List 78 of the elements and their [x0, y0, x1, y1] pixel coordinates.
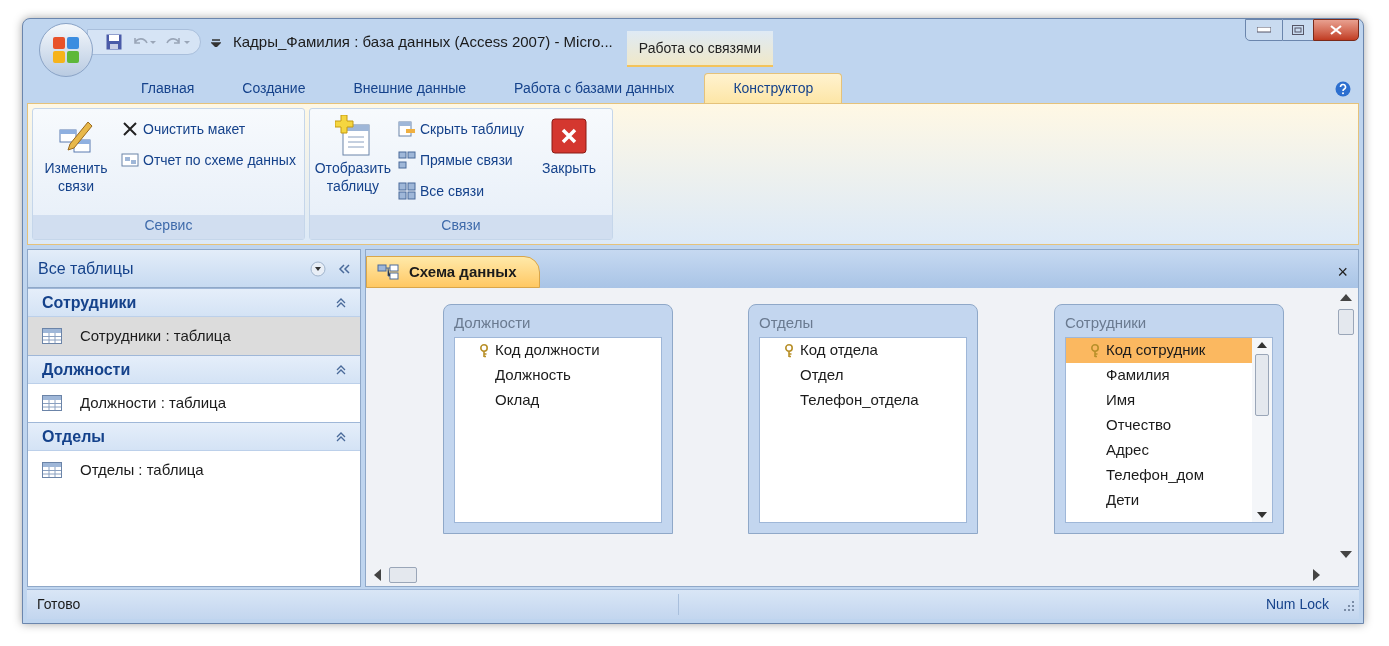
customize-caret-icon[interactable] — [211, 39, 221, 47]
field-name: Оклад — [495, 390, 540, 411]
scroll-thumb[interactable] — [1338, 309, 1354, 335]
ribbon-large-button[interactable]: Закрыть — [530, 109, 608, 215]
field-row[interactable]: Код должности — [455, 338, 661, 363]
relationship-icon — [397, 150, 416, 169]
collapse-icon — [336, 364, 346, 375]
table-icon — [42, 395, 62, 411]
minimize-icon — [1257, 27, 1271, 33]
close-window-button[interactable] — [1313, 19, 1359, 41]
ribbon-large-button[interactable]: Отобразить таблицу — [313, 109, 392, 215]
relationships-icon — [397, 181, 416, 200]
nav-group-header[interactable]: Сотрудники — [28, 288, 360, 317]
group-label: Сервис — [33, 215, 304, 239]
add-table-icon — [334, 115, 371, 157]
contextual-tab-group: Работа со связями — [626, 31, 774, 67]
ribbon-small-button[interactable]: Прямые связи — [393, 146, 528, 173]
ribbon-tab[interactable]: Работа с базами данных — [490, 73, 699, 103]
pane-title[interactable]: Все таблицы — [38, 256, 134, 281]
key-icon — [784, 343, 794, 358]
nav-group-header[interactable]: Должности — [28, 355, 360, 384]
collapse-icon — [336, 297, 346, 308]
table-title: Должности — [454, 312, 532, 333]
group-label: Связи — [309, 215, 612, 239]
ribbon-small-button[interactable]: Очистить макет — [117, 115, 300, 142]
table-icon — [42, 462, 62, 478]
close-icon — [1330, 25, 1342, 35]
field-name: Должность — [495, 365, 571, 386]
ribbon-small-button[interactable]: Отчет по схеме данных — [117, 146, 300, 173]
dropdown-icon[interactable] — [310, 260, 326, 277]
table-title: Отделы — [759, 312, 815, 333]
maximize-button[interactable] — [1283, 19, 1313, 41]
office-button[interactable] — [39, 23, 93, 77]
field-row[interactable]: Отдел — [760, 363, 966, 388]
scroll-down-icon — [1340, 551, 1352, 558]
field-row[interactable]: Телефон_отдела — [760, 388, 966, 413]
field-row[interactable]: Должность — [455, 363, 661, 388]
document-tab[interactable]: Схема данных — [366, 256, 540, 288]
report-icon — [121, 150, 139, 169]
nav-group-header[interactable]: Отделы — [28, 422, 360, 451]
window-title: Кадры_Фамилия : база данных (Access 2007) - Micro... — [233, 32, 613, 52]
relationships-icon — [377, 264, 399, 280]
close-icon — [551, 118, 587, 154]
ribbon-small-button[interactable]: Все связи — [393, 177, 528, 204]
cross-icon — [121, 119, 139, 138]
save-icon[interactable] — [106, 34, 122, 50]
table-title: Сотрудники — [1065, 312, 1148, 333]
ribbon-tab[interactable]: Главная — [117, 73, 219, 103]
field-row[interactable]: Оклад — [455, 388, 661, 413]
nav-item[interactable]: Сотрудники : таблица — [28, 317, 360, 355]
ribbon-large-button[interactable]: Изменить связи — [37, 109, 115, 215]
key-icon — [479, 343, 489, 358]
scroll-thumb[interactable] — [389, 567, 417, 583]
collapse-icon — [336, 431, 346, 442]
scroll-up-icon — [1340, 294, 1352, 301]
hide-table-icon — [397, 119, 416, 138]
table-icon — [42, 328, 62, 344]
num-lock-indicator: Num Lock — [1265, 595, 1330, 614]
field-name: Телефон_отдела — [800, 390, 919, 411]
scroll-left-icon — [374, 569, 381, 581]
field-name: Код отдела — [800, 340, 878, 361]
ribbon-tab[interactable]: Создание — [218, 73, 330, 103]
table-box[interactable]: Отделы Код отдела Отдел Телефон_отдела — [748, 304, 978, 534]
restore-icon — [1292, 25, 1304, 35]
logo-icon — [51, 35, 81, 65]
ribbon-tab[interactable]: Конструктор — [704, 73, 843, 103]
collapse-pane-icon[interactable] — [338, 263, 350, 274]
scroll-right-icon — [1313, 569, 1320, 581]
status-text: Готово — [27, 594, 679, 615]
field-row[interactable]: Код отдела — [760, 338, 966, 363]
field-name: Отдел — [800, 365, 844, 386]
table-box[interactable]: Должности Код должности Должность Оклад — [443, 304, 673, 534]
help-icon[interactable] — [1335, 81, 1351, 97]
ribbon-small-button[interactable]: Скрыть таблицу — [393, 115, 528, 142]
minimize-button[interactable] — [1245, 19, 1283, 41]
close-tab-button[interactable]: × — [1337, 262, 1348, 282]
field-name: Код должности — [495, 340, 600, 361]
ribbon-tab[interactable]: Внешние данные — [329, 73, 491, 103]
